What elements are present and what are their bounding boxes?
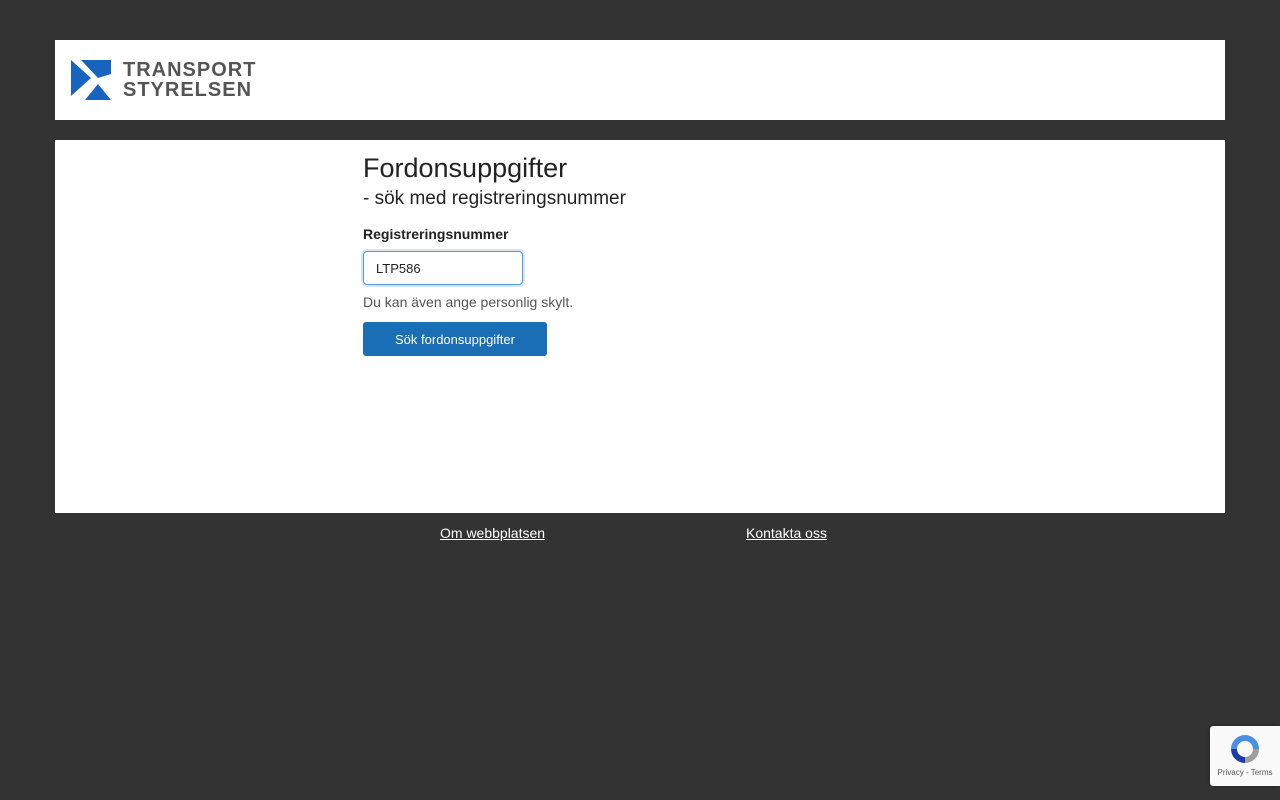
site-header: TRANSPORT STYRELSEN [55,40,1225,120]
logo-mark-icon [71,60,111,100]
recaptcha-icon [1231,735,1259,763]
footer-link-about[interactable]: Om webbplatsen [440,525,545,541]
footer-link-contact[interactable]: Kontakta oss [746,525,827,541]
transportstyrelsen-logo[interactable]: TRANSPORT STYRELSEN [71,60,256,100]
search-form: Fordonsuppgifter - sök med registrerings… [363,150,626,356]
page-subtitle: - sök med registreringsnummer [363,188,626,209]
logo-line-2: STYRELSEN [123,79,253,101]
main-panel: Fordonsuppgifter - sök med registrerings… [55,140,1225,513]
registration-number-input[interactable] [363,251,523,285]
registration-number-label: Registreringsnummer [363,226,509,242]
recaptcha-terms[interactable]: Privacy - Terms [1218,768,1273,777]
logo-wordmark: TRANSPORT STYRELSEN [123,60,256,100]
recaptcha-badge[interactable]: Privacy - Terms [1210,726,1280,786]
page-title: Fordonsuppgifter [363,153,568,183]
search-vehicle-button[interactable]: Sök fordonsuppgifter [363,322,547,356]
personal-plate-hint: Du kan även ange personlig skylt. [363,294,574,310]
logo-line-1: TRANSPORT [123,59,257,81]
